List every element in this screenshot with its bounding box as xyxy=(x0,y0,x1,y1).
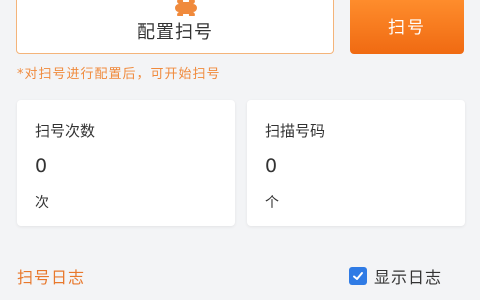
scan-count-title: 扫号次数 xyxy=(35,122,96,140)
show-log-label: 显示日志 xyxy=(374,268,443,287)
scan-button[interactable]: 扫号 xyxy=(350,0,464,54)
scanned-numbers-value: 0 xyxy=(265,155,278,177)
scanned-numbers-card: 扫描号码 0 个 xyxy=(247,100,465,226)
bone-icon xyxy=(175,0,197,16)
config-scan-card[interactable]: 配置扫号 xyxy=(16,0,334,54)
show-log-toggle[interactable]: 显示日志 xyxy=(349,264,442,288)
scan-count-value: 0 xyxy=(35,155,48,177)
scan-count-card: 扫号次数 0 次 xyxy=(17,100,235,226)
scan-log-title: 扫号日志 xyxy=(17,268,86,287)
config-scan-label: 配置扫号 xyxy=(137,22,213,43)
checkmark-icon xyxy=(353,272,363,280)
scanned-numbers-title: 扫描号码 xyxy=(265,122,326,140)
scanned-numbers-unit: 个 xyxy=(265,195,279,211)
show-log-checkbox[interactable] xyxy=(349,267,367,285)
config-hint-text: *对扫号进行配置后，可开始扫号 xyxy=(17,67,221,82)
scan-count-unit: 次 xyxy=(35,195,49,211)
